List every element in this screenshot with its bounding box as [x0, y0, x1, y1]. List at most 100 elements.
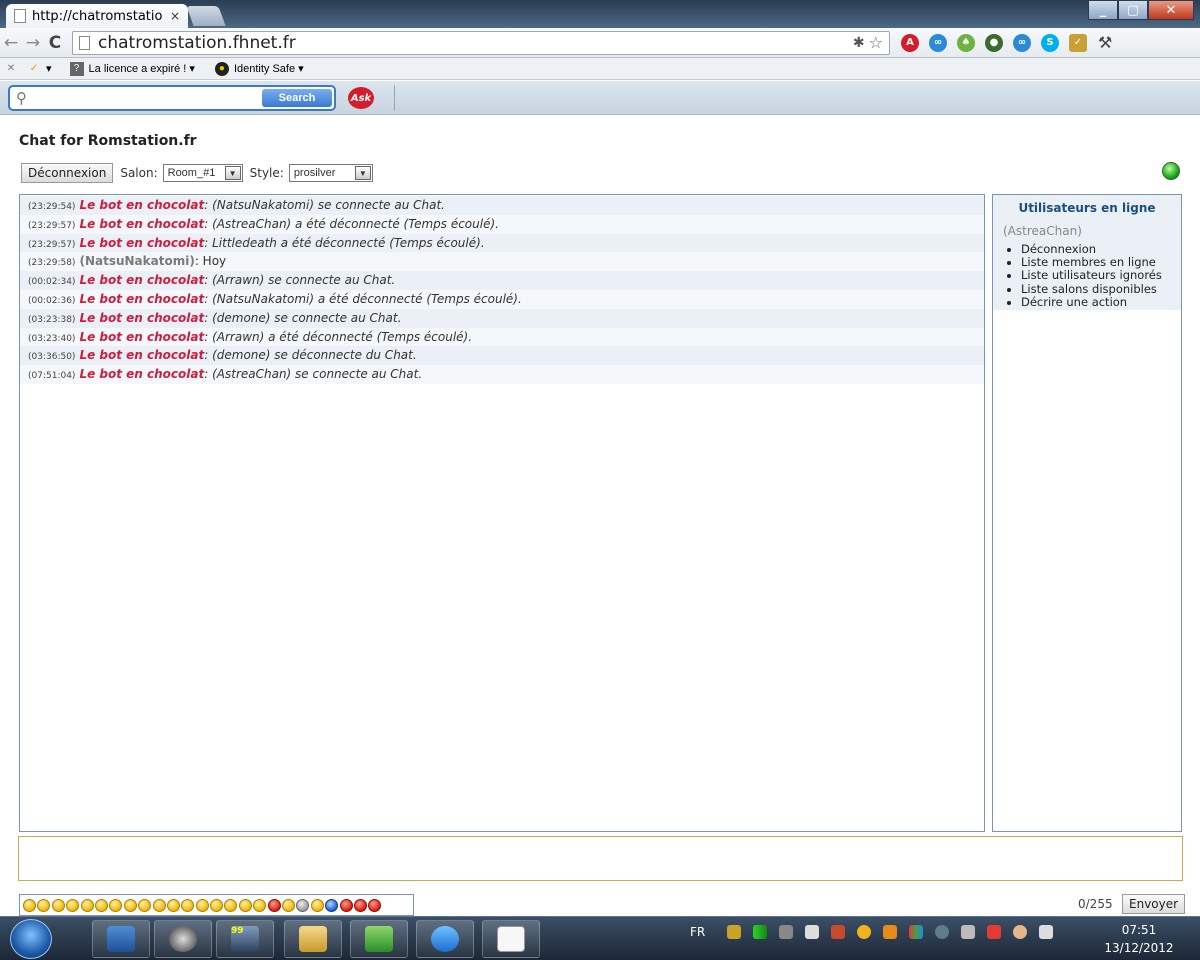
message-text: : Hoy [194, 254, 227, 269]
maximize-button[interactable]: ▢ [1118, 0, 1148, 20]
exclamation-icon[interactable] [310, 898, 324, 912]
ask-search-button[interactable]: Search [262, 89, 332, 107]
smiley-icon[interactable] [224, 898, 238, 912]
tray-icon[interactable] [727, 925, 742, 939]
chat-log[interactable]: (23:29:54) Le bot en chocolat: (NatsuNaka… [19, 194, 985, 832]
globe-icon[interactable] [935, 925, 950, 939]
skype-icon[interactable]: S [1041, 33, 1059, 52]
taskbar-app[interactable] [284, 920, 342, 958]
smiley-icon[interactable] [253, 898, 267, 912]
dropdown-arrow-icon[interactable]: ▼ [224, 166, 241, 180]
message-author[interactable]: Le bot en chocolat [79, 348, 204, 362]
extension-icon[interactable]: ∞ [1013, 33, 1031, 52]
dropdown-arrow-icon[interactable]: ▼ [354, 166, 371, 180]
warning-icon[interactable] [353, 898, 367, 912]
forward-icon[interactable]: → [22, 33, 44, 53]
flag-icon[interactable] [805, 925, 820, 939]
taskbar-clock[interactable]: 07:51 13/12/2012 [1100, 921, 1178, 957]
smiley-icon[interactable] [195, 898, 209, 912]
message-author[interactable]: Le bot en chocolat [79, 311, 204, 325]
smiley-icon[interactable] [238, 898, 252, 912]
tray-icon[interactable] [831, 925, 846, 939]
tray-icon[interactable] [883, 925, 898, 939]
new-tab-button[interactable] [186, 6, 226, 26]
logout-button[interactable]: Déconnexion [21, 163, 114, 183]
smiley-icon[interactable] [267, 898, 281, 912]
bookmark-star-icon[interactable]: ☆ [869, 33, 883, 52]
minimize-button[interactable]: _ [1088, 0, 1118, 20]
taskbar-app[interactable] [416, 920, 474, 958]
speaker-muted-icon[interactable] [987, 925, 1002, 939]
extension-icon[interactable]: ✱ [853, 35, 865, 51]
url-text[interactable]: chatromstation.fhnet.fr [98, 33, 853, 53]
address-bar[interactable]: chatromstation.fhnet.fr ✱ ☆ [72, 30, 890, 55]
browser-tab[interactable]: http://chatromstatio × [6, 4, 188, 28]
reload-icon[interactable]: C [44, 33, 66, 53]
globe-icon[interactable]: ● [985, 33, 1003, 52]
smiley-icon[interactable] [80, 898, 94, 912]
start-button[interactable] [10, 919, 52, 959]
smiley-icon[interactable] [152, 898, 166, 912]
signal-icon[interactable] [753, 925, 768, 939]
taskbar-app[interactable] [154, 920, 212, 958]
wrench-menu-icon[interactable]: ⚒ [1098, 33, 1112, 52]
smiley-icon[interactable] [37, 898, 51, 912]
extension-icon[interactable]: ♠ [957, 33, 975, 52]
tray-icon[interactable] [909, 925, 924, 939]
language-indicator[interactable]: FR [690, 925, 705, 939]
user-icon[interactable] [1013, 925, 1028, 939]
toolbar-close-icon[interactable]: ✕ [4, 62, 23, 76]
tray-icon[interactable] [857, 925, 872, 939]
ask-extension-icon[interactable]: A [901, 33, 919, 52]
smiley-icon[interactable] [123, 898, 137, 912]
menu-item-ignored-users[interactable]: Liste utilisateurs ignorés [1021, 269, 1171, 282]
lightbulb-icon[interactable] [296, 898, 310, 912]
room-select[interactable]: Room_#1 ▼ [162, 164, 243, 182]
menu-item-available-rooms[interactable]: Liste salons disponibles [1021, 282, 1171, 296]
question-icon[interactable] [325, 898, 339, 912]
check-menu-icon[interactable]: ✓ ▾ [27, 62, 52, 76]
wifi-icon[interactable] [961, 925, 976, 939]
bookmark-identity-safe[interactable]: ● Identity Safe ▾ [214, 61, 304, 76]
bookmark-license[interactable]: ? La licence a expiré ! ▾ [69, 61, 195, 76]
back-icon[interactable]: ← [0, 33, 22, 53]
smiley-icon[interactable] [181, 898, 195, 912]
stop-icon[interactable] [339, 898, 353, 912]
taskbar-app[interactable] [350, 920, 408, 958]
message-author[interactable]: Le bot en chocolat [79, 198, 204, 212]
smiley-icon[interactable] [51, 898, 65, 912]
smiley-icon[interactable] [66, 898, 80, 912]
clock-date: 13/12/2012 [1104, 941, 1174, 955]
smiley-icon[interactable] [109, 898, 123, 912]
message-author[interactable]: (NatsuNakatomi) [79, 254, 194, 268]
smiley-icon[interactable] [282, 898, 296, 912]
smiley-icon[interactable] [166, 898, 180, 912]
smiley-icon[interactable] [210, 898, 224, 912]
smiley-icon[interactable] [94, 898, 108, 912]
online-user[interactable]: (AstreaChan) [1003, 224, 1171, 238]
volume-icon[interactable] [1039, 925, 1054, 939]
menu-item-describe-action[interactable]: Décrire une action [1021, 295, 1171, 309]
taskbar-app[interactable] [482, 920, 540, 958]
ask-logo[interactable]: Ask [348, 87, 374, 109]
message-input[interactable] [18, 836, 1183, 881]
heart-icon[interactable] [368, 898, 382, 912]
style-select[interactable]: prosilver ▼ [288, 164, 373, 182]
taskbar-app[interactable]: 99 [216, 920, 274, 958]
smiley-icon[interactable] [23, 898, 36, 912]
message-author[interactable]: Le bot en chocolat [79, 292, 204, 306]
send-button[interactable]: Envoyer [1122, 894, 1186, 914]
message-author[interactable]: Le bot en chocolat [79, 236, 204, 250]
taskbar-app[interactable] [92, 920, 150, 958]
network-icon[interactable] [779, 925, 794, 939]
window-close-button[interactable]: ✕ [1148, 0, 1194, 20]
extension-icon[interactable]: ∞ [929, 33, 947, 52]
message-author[interactable]: Le bot en chocolat [79, 367, 204, 381]
extension-icon[interactable]: ✓ [1069, 33, 1087, 52]
message-author[interactable]: Le bot en chocolat [79, 217, 204, 231]
message-author[interactable]: Le bot en chocolat [79, 330, 204, 344]
close-icon[interactable]: × [170, 9, 180, 23]
message-author[interactable]: Le bot en chocolat [79, 273, 204, 287]
ask-search-field[interactable]: ⚲ Search [8, 85, 336, 111]
smiley-icon[interactable] [138, 898, 152, 912]
